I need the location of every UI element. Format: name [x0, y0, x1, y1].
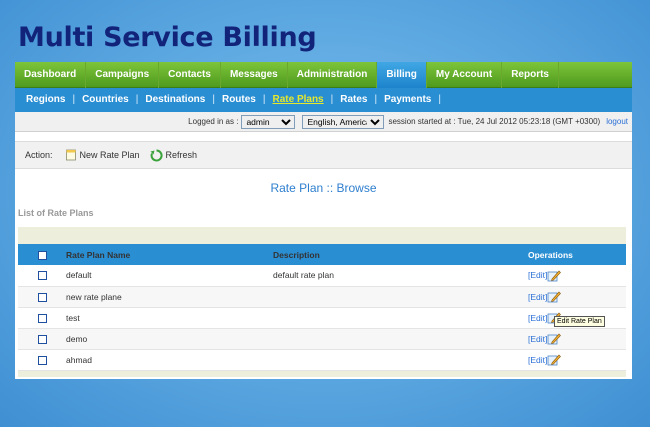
edit-action: [Edit]: [528, 353, 562, 366]
row-description: [273, 286, 528, 307]
row-name: default: [66, 270, 92, 281]
row-operations: [Edit]: [528, 349, 626, 370]
tab-billing[interactable]: Billing: [377, 62, 427, 88]
row-checkbox[interactable]: [37, 292, 47, 302]
tab-reports[interactable]: Reports: [502, 62, 559, 88]
list-title: List of Rate Plans: [18, 208, 94, 218]
refresh-label: Refresh: [165, 150, 198, 160]
row-description: [273, 328, 528, 349]
subnav-countries[interactable]: Countries: [75, 88, 136, 112]
tab-contacts[interactable]: Contacts: [159, 62, 221, 88]
table-row: ahmad [Edit]: [18, 349, 626, 370]
new-rate-plan-label: New Rate Plan: [79, 150, 140, 160]
table-row: new rate plane [Edit]: [18, 286, 626, 307]
row-name: new rate plane: [66, 291, 122, 302]
app-window: Dashboard Campaigns Contacts Messages Ad…: [15, 62, 632, 379]
edit-action: [Edit] Edit Rate Plan: [528, 311, 605, 327]
row-select-cell: [18, 307, 66, 328]
subnav-regions[interactable]: Regions: [19, 88, 72, 112]
edit-action: [Edit]: [528, 269, 562, 282]
edit-pencil-icon[interactable]: [547, 353, 562, 366]
row-operations: [Edit] Edit Rate Plan: [528, 307, 626, 328]
row-checkbox[interactable]: [37, 313, 47, 323]
row-checkbox[interactable]: [37, 271, 47, 281]
edit-link[interactable]: [Edit]: [528, 313, 547, 323]
header-name: Rate Plan Name: [66, 249, 131, 260]
header-operations: Operations: [528, 249, 573, 260]
edit-link[interactable]: [Edit]: [528, 355, 547, 365]
edit-action: [Edit]: [528, 332, 562, 345]
language-select[interactable]: English, American: [302, 114, 385, 129]
select-all-cell: [18, 244, 66, 265]
tab-messages[interactable]: Messages: [221, 62, 288, 88]
refresh-icon: [150, 148, 163, 161]
edit-tooltip: Edit Rate Plan: [554, 316, 605, 327]
row-select-cell: [18, 349, 66, 370]
tab-administration[interactable]: Administration: [288, 62, 378, 88]
row-select-cell: [18, 265, 66, 286]
edit-action: [Edit]: [528, 290, 562, 303]
row-operations: [Edit]: [528, 328, 626, 349]
row-operations: [Edit]: [528, 265, 626, 286]
row-checkbox[interactable]: [37, 355, 47, 365]
edit-pencil-icon[interactable]: [547, 290, 562, 303]
row-operations: [Edit]: [528, 286, 626, 307]
row-checkbox[interactable]: [37, 334, 47, 344]
table-row: test [Edit] Edit Rate Plan: [18, 307, 626, 328]
subnav-separator: |: [438, 94, 441, 105]
row-name: demo: [66, 333, 88, 344]
row-name: test: [66, 312, 80, 323]
table-row: demo [Edit]: [18, 328, 626, 349]
table-header-row: Rate Plan Name Description Operations: [18, 244, 626, 265]
spacer: [15, 132, 632, 141]
row-name: ahmad: [66, 354, 92, 365]
rate-plan-grid: Rate Plan Name Description Operations de…: [18, 227, 626, 377]
row-description: [273, 307, 528, 328]
edit-pencil-icon[interactable]: [547, 332, 562, 345]
session-bar: Logged in as : admin English, American s…: [15, 112, 632, 132]
action-bar: Action: New Rate Plan Refresh: [15, 141, 632, 169]
row-select-cell: [18, 286, 66, 307]
row-description: [273, 349, 528, 370]
logout-link[interactable]: logout: [606, 117, 628, 126]
action-label: Action:: [25, 150, 53, 160]
row-select-cell: [18, 328, 66, 349]
page-heading: Rate Plan :: Browse: [270, 181, 377, 195]
new-document-icon: [65, 149, 76, 161]
edit-pencil-icon[interactable]: [547, 269, 562, 282]
tab-dashboard[interactable]: Dashboard: [15, 62, 87, 88]
refresh-button[interactable]: Refresh: [150, 148, 198, 162]
subnav-payments[interactable]: Payments: [377, 88, 438, 112]
sub-nav: Regions | Countries | Destinations | Rou…: [15, 88, 632, 112]
edit-link[interactable]: [Edit]: [528, 292, 547, 302]
row-description: default rate plan: [273, 270, 334, 281]
main-nav: Dashboard Campaigns Contacts Messages Ad…: [15, 62, 632, 88]
new-rate-plan-button[interactable]: New Rate Plan: [65, 149, 140, 161]
slide-title: Multi Service Billing: [18, 22, 317, 53]
logged-in-label: Logged in as :: [188, 117, 239, 126]
subnav-destinations[interactable]: Destinations: [138, 88, 212, 112]
rate-plan-table: Rate Plan Name Description Operations de…: [18, 244, 626, 371]
user-select[interactable]: admin: [241, 114, 296, 129]
session-started-text: session started at : Tue, 24 Jul 2012 05…: [388, 117, 601, 126]
header-description: Description: [273, 249, 320, 260]
subnav-rate-plans[interactable]: Rate Plans: [265, 88, 330, 112]
edit-link[interactable]: [Edit]: [528, 270, 547, 280]
tab-my-account[interactable]: My Account: [427, 62, 503, 88]
edit-link[interactable]: [Edit]: [528, 334, 547, 344]
select-all-checkbox[interactable]: [37, 250, 47, 260]
tab-campaigns[interactable]: Campaigns: [86, 62, 160, 88]
table-row: default default rate plan [Edit]: [18, 265, 626, 286]
subnav-rates[interactable]: Rates: [333, 88, 374, 112]
subnav-routes[interactable]: Routes: [215, 88, 263, 112]
